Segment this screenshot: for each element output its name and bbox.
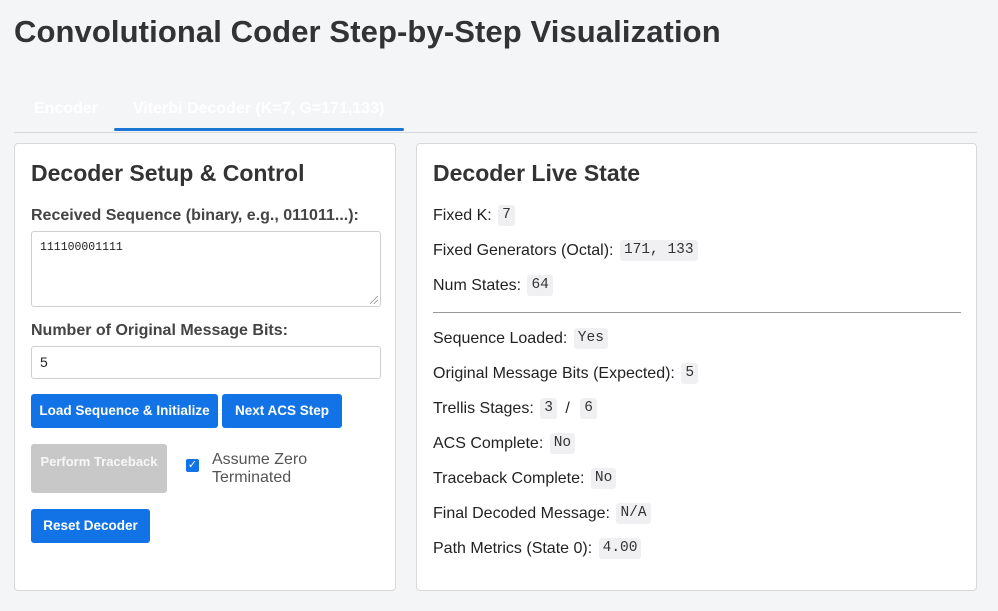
- trellis-current-value: 3: [540, 398, 557, 420]
- decoder-setup-panel: Decoder Setup & Control Received Sequenc…: [14, 143, 396, 591]
- trellis-total-value: 6: [580, 398, 597, 420]
- path-metrics-value: 4.00: [598, 538, 642, 560]
- final-message-label: Final Decoded Message:: [433, 505, 610, 522]
- tab-bar: Encoder Viterbi Decoder (K=7, G=171,133): [14, 88, 977, 133]
- checkmark-icon: ✓: [187, 459, 198, 471]
- page-title: Convolutional Coder Step-by-Step Visuali…: [14, 14, 721, 49]
- resize-grip-icon[interactable]: [370, 296, 378, 304]
- acs-complete-label: ACS Complete:: [433, 435, 544, 452]
- decoder-live-state-panel: Decoder Live State Fixed K: 7 Fixed Gene…: [416, 143, 977, 591]
- path-metrics-label: Path Metrics (State 0):: [433, 540, 593, 557]
- traceback-complete-value: No: [590, 468, 617, 490]
- acs-complete-value: No: [549, 433, 576, 455]
- trellis-stages-row: Trellis Stages: 3 / 6: [433, 398, 597, 420]
- tab-encoder[interactable]: Encoder: [34, 88, 104, 130]
- fixed-k-row: Fixed K: 7: [433, 205, 515, 227]
- generators-row: Fixed Generators (Octal): 171, 133: [433, 240, 698, 262]
- perform-traceback-button[interactable]: Perform Traceback: [31, 444, 167, 493]
- final-message-value: N/A: [616, 503, 651, 525]
- setup-heading: Decoder Setup & Control: [31, 160, 305, 186]
- received-sequence-textarea[interactable]: 111100001111: [31, 231, 381, 307]
- message-bits-input[interactable]: 5: [31, 346, 381, 379]
- original-bits-row: Original Message Bits (Expected): 5: [433, 363, 699, 385]
- zero-terminated-checkbox[interactable]: ✓: [186, 459, 199, 472]
- traceback-complete-row: Traceback Complete: No: [433, 468, 617, 490]
- original-bits-label: Original Message Bits (Expected):: [433, 365, 675, 382]
- path-metrics-row: Path Metrics (State 0): 4.00: [433, 538, 642, 560]
- reset-decoder-button[interactable]: Reset Decoder: [31, 509, 150, 543]
- fixed-k-value: 7: [498, 205, 515, 227]
- original-bits-value: 5: [681, 363, 699, 385]
- next-acs-step-button[interactable]: Next ACS Step: [222, 394, 342, 428]
- divider: [433, 312, 961, 313]
- final-message-row: Final Decoded Message: N/A: [433, 503, 651, 525]
- traceback-complete-label: Traceback Complete:: [433, 470, 585, 487]
- num-states-row: Num States: 64: [433, 275, 553, 297]
- zero-terminated-label[interactable]: Assume Zero Terminated: [212, 451, 332, 487]
- sequence-loaded-label: Sequence Loaded:: [433, 330, 568, 347]
- trellis-stages-label: Trellis Stages:: [433, 400, 534, 417]
- trellis-separator: /: [565, 400, 570, 417]
- sequence-loaded-row: Sequence Loaded: Yes: [433, 328, 608, 350]
- generators-value: 171, 133: [619, 240, 698, 262]
- received-sequence-label: Received Sequence (binary, e.g., 011011.…: [31, 207, 359, 224]
- received-sequence-value: 111100001111: [40, 241, 123, 254]
- num-states-value: 64: [527, 275, 553, 297]
- num-states-label: Num States:: [433, 277, 522, 294]
- acs-complete-row: ACS Complete: No: [433, 433, 576, 455]
- live-state-heading: Decoder Live State: [433, 160, 641, 186]
- page: Convolutional Coder Step-by-Step Visuali…: [0, 0, 998, 611]
- message-bits-label: Number of Original Message Bits:: [31, 322, 288, 339]
- generators-label: Fixed Generators (Octal):: [433, 242, 614, 259]
- fixed-k-label: Fixed K:: [433, 207, 492, 224]
- load-sequence-button[interactable]: Load Sequence & Initialize: [31, 394, 218, 428]
- sequence-loaded-value: Yes: [573, 328, 608, 350]
- tab-viterbi-decoder[interactable]: Viterbi Decoder (K=7, G=171,133): [114, 88, 404, 131]
